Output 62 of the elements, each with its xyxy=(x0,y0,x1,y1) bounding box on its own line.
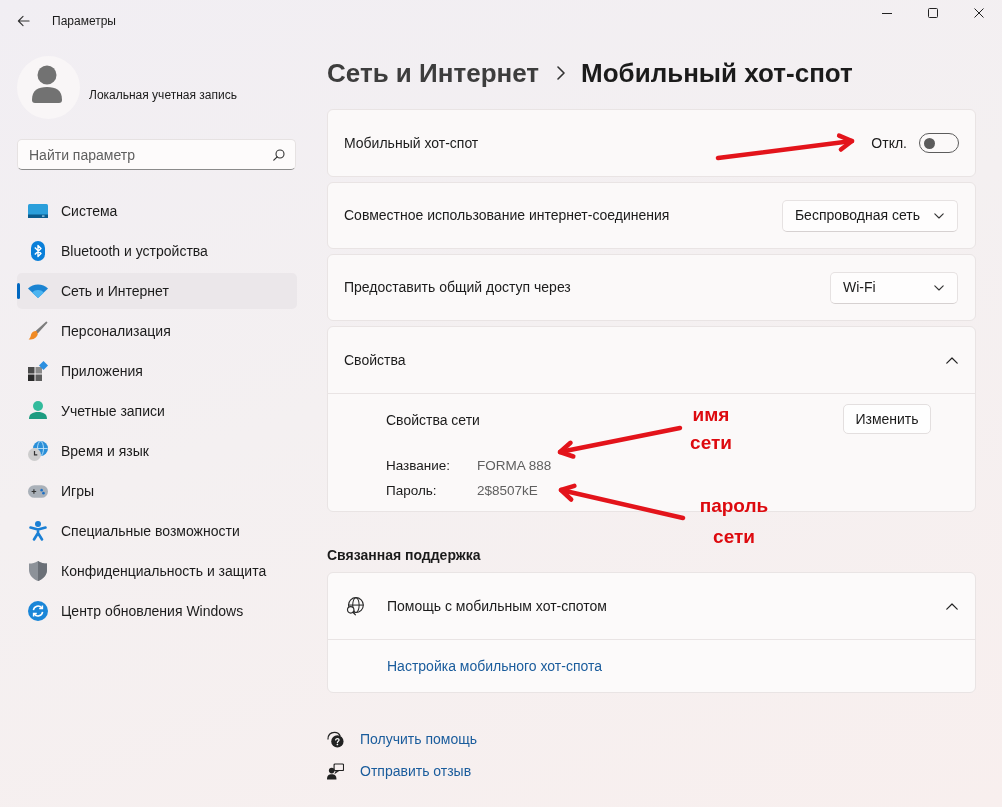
globe-search-icon xyxy=(345,596,364,616)
maximize-icon[interactable] xyxy=(928,8,938,18)
sidebar-item[interactable]: Персонализация xyxy=(17,313,297,349)
support-link[interactable]: Настройка мобильного хот-спота xyxy=(387,655,602,677)
chevron-right-icon xyxy=(557,66,566,80)
setting-label: Мобильный хот-спот xyxy=(344,133,479,153)
search-icon[interactable] xyxy=(273,149,285,161)
person-icon xyxy=(29,401,47,421)
setting-label: Свойства xyxy=(344,350,406,370)
gamepad-icon xyxy=(28,484,48,498)
footer-link[interactable]: Отправить отзыв xyxy=(360,760,472,782)
paintbrush-icon xyxy=(28,321,48,341)
annotation-text: пароль сети xyxy=(698,494,770,549)
chevron-up-icon[interactable] xyxy=(946,602,958,610)
section-heading: Связанная поддержка xyxy=(327,546,481,564)
feedback-icon xyxy=(327,762,344,780)
breadcrumb-parent[interactable]: Сеть и Интернет xyxy=(327,57,540,89)
section-title: Свойства сети xyxy=(386,411,480,430)
chevron-up-icon[interactable] xyxy=(946,356,958,364)
sidebar-item[interactable]: Bluetooth и устройства xyxy=(17,233,297,269)
footer-link[interactable]: Получить помощь xyxy=(360,728,477,750)
field-value: FORMA 888 xyxy=(477,457,552,475)
field-value: 2$8507kE xyxy=(477,482,538,500)
globe-clock-icon xyxy=(28,441,48,461)
setting-label: Предоставить общий доступ через xyxy=(344,278,571,297)
dropdown[interactable]: Беспроводная сеть xyxy=(781,199,958,232)
setting-label: Совместное использование интернет-соединения xyxy=(344,206,670,225)
shield-icon xyxy=(29,561,47,581)
sidebar-item[interactable]: Центр обновления Windows xyxy=(17,593,297,629)
toggle-state-label: Откл. xyxy=(871,133,907,153)
wifi-icon xyxy=(28,284,48,298)
back-icon[interactable] xyxy=(17,15,30,27)
sidebar-item[interactable]: Система xyxy=(17,193,297,229)
sidebar-item[interactable]: Время и язык xyxy=(17,433,297,469)
chevron-down-icon xyxy=(934,284,944,291)
sidebar-item[interactable]: Специальные возможности xyxy=(17,513,297,549)
window-title: Параметры xyxy=(52,13,116,30)
monitor-icon xyxy=(28,204,48,218)
selection-indicator xyxy=(17,283,20,299)
field-label: Название: xyxy=(386,457,451,475)
close-icon[interactable] xyxy=(974,8,984,18)
sidebar-item[interactable]: Игры xyxy=(17,473,297,509)
accessibility-icon xyxy=(29,521,47,541)
annotation-text: имя сети xyxy=(689,403,733,455)
search-field[interactable]: Найти параметр xyxy=(17,139,296,170)
bluetooth-icon xyxy=(31,241,45,261)
avatar-icon xyxy=(17,56,80,119)
dropdown[interactable]: Wi-Fi xyxy=(830,271,958,304)
sidebar-item[interactable]: Конфиденциальность и защита xyxy=(17,553,297,589)
sidebar-item[interactable]: Сеть и Интернет xyxy=(17,273,297,309)
page-title: Мобильный хот-спот xyxy=(581,57,853,89)
apps-grid-icon xyxy=(28,361,48,381)
support-label: Помощь с мобильным хот-спотом xyxy=(387,596,607,616)
sync-icon xyxy=(28,601,48,621)
minimize-icon[interactable] xyxy=(882,12,892,14)
account-name: Локальная учетная запись xyxy=(89,86,237,104)
edit-button[interactable]: Изменить xyxy=(843,404,931,434)
sidebar-item[interactable]: Приложения xyxy=(17,353,297,389)
help-icon xyxy=(327,730,344,748)
field-label: Пароль: xyxy=(386,482,437,500)
sidebar-item[interactable]: Учетные записи xyxy=(17,393,297,429)
chevron-down-icon xyxy=(934,212,944,219)
